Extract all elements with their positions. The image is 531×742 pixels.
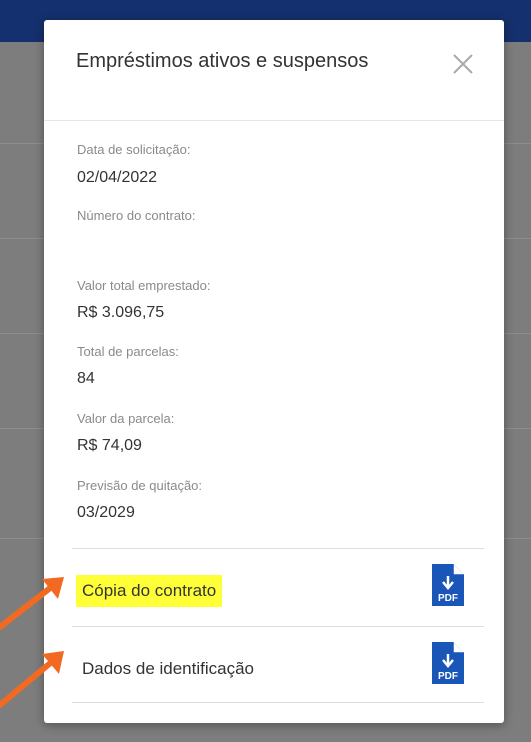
contract-copy-download[interactable]: Cópia do contrato PDF [64, 553, 494, 623]
header-divider [44, 120, 504, 121]
total-loaned-value: R$ 3.096,75 [77, 304, 165, 321]
total-loaned-label: Valor total emprestado: [77, 278, 211, 293]
installments-count-value: 84 [77, 370, 95, 387]
documents-divider [72, 702, 484, 703]
installment-value-label: Valor da parcela: [77, 411, 175, 426]
modal-header: Empréstimos ativos e suspensos [44, 20, 504, 120]
request-date-value: 02/04/2022 [77, 169, 158, 186]
payoff-forecast-label: Previsão de quitação: [77, 478, 203, 493]
close-icon [453, 54, 473, 74]
identification-data-download[interactable]: Dados de identificação PDF [64, 631, 494, 701]
documents-divider [72, 548, 484, 549]
pdf-icon-text: PDF [438, 593, 458, 604]
modal-title: Empréstimos ativos e suspensos [76, 50, 369, 72]
orange-arrow-icon [0, 577, 64, 630]
contract-copy-label: Cópia do contrato [76, 575, 223, 607]
documents-divider [72, 626, 484, 627]
close-button[interactable] [447, 48, 479, 80]
request-date-label: Data de solicitação: [77, 142, 191, 157]
installments-count-label: Total de parcelas: [77, 344, 179, 359]
pdf-icon-text: PDF [438, 671, 458, 682]
payoff-forecast-value: 03/2029 [77, 504, 135, 521]
installment-value-value: R$ 74,09 [77, 437, 142, 454]
pdf-download-icon: PDF [432, 564, 464, 606]
identification-data-label: Dados de identificação [82, 659, 255, 678]
loans-modal: Empréstimos ativos e suspensos Data de s… [44, 20, 504, 723]
pdf-download-icon: PDF [432, 642, 464, 684]
orange-arrow-icon [0, 651, 64, 708]
contract-number-label: Número do contrato: [77, 208, 196, 223]
